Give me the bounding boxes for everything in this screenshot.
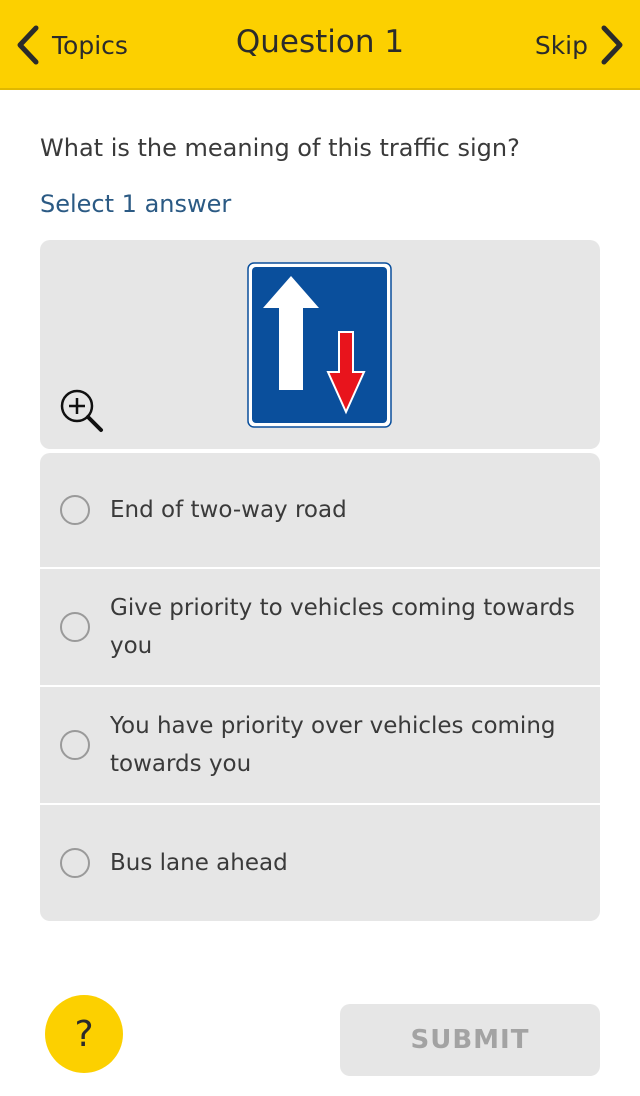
radio-button-icon[interactable] [60, 848, 90, 878]
skip-button[interactable]: Skip [535, 22, 626, 68]
skip-label: Skip [534, 30, 588, 60]
answer-option-2[interactable]: Give priority to vehicles coming towards… [40, 569, 600, 687]
top-bar: Topics Question 1 Skip [0, 0, 640, 90]
submit-label: SUBMIT [410, 1025, 530, 1055]
answer-option-label: End of two-way road [110, 497, 347, 523]
help-button[interactable]: ? [45, 995, 123, 1073]
help-icon: ? [74, 1013, 94, 1055]
answer-option-label: Bus lane ahead [110, 850, 288, 876]
radio-button-icon[interactable] [60, 730, 90, 760]
priority-over-oncoming-traffic-sign-icon[interactable] [247, 262, 392, 428]
answer-list: End of two-way road Give priority to veh… [40, 453, 600, 921]
answer-option-label: You have priority over vehicles coming t… [110, 713, 556, 777]
answer-option-3[interactable]: You have priority over vehicles coming t… [40, 687, 600, 805]
answer-instruction: Select 1 answer [40, 190, 232, 218]
radio-button-icon[interactable] [60, 612, 90, 642]
answer-option-label: Give priority to vehicles coming towards… [110, 595, 575, 659]
question-text: What is the meaning of this traffic sign… [40, 134, 520, 162]
chevron-right-icon [601, 25, 623, 65]
zoom-in-icon[interactable] [58, 388, 106, 434]
submit-button[interactable]: SUBMIT [340, 1004, 600, 1076]
answer-option-1[interactable]: End of two-way road [40, 453, 600, 569]
radio-button-icon[interactable] [60, 495, 90, 525]
answer-option-4[interactable]: Bus lane ahead [40, 805, 600, 921]
